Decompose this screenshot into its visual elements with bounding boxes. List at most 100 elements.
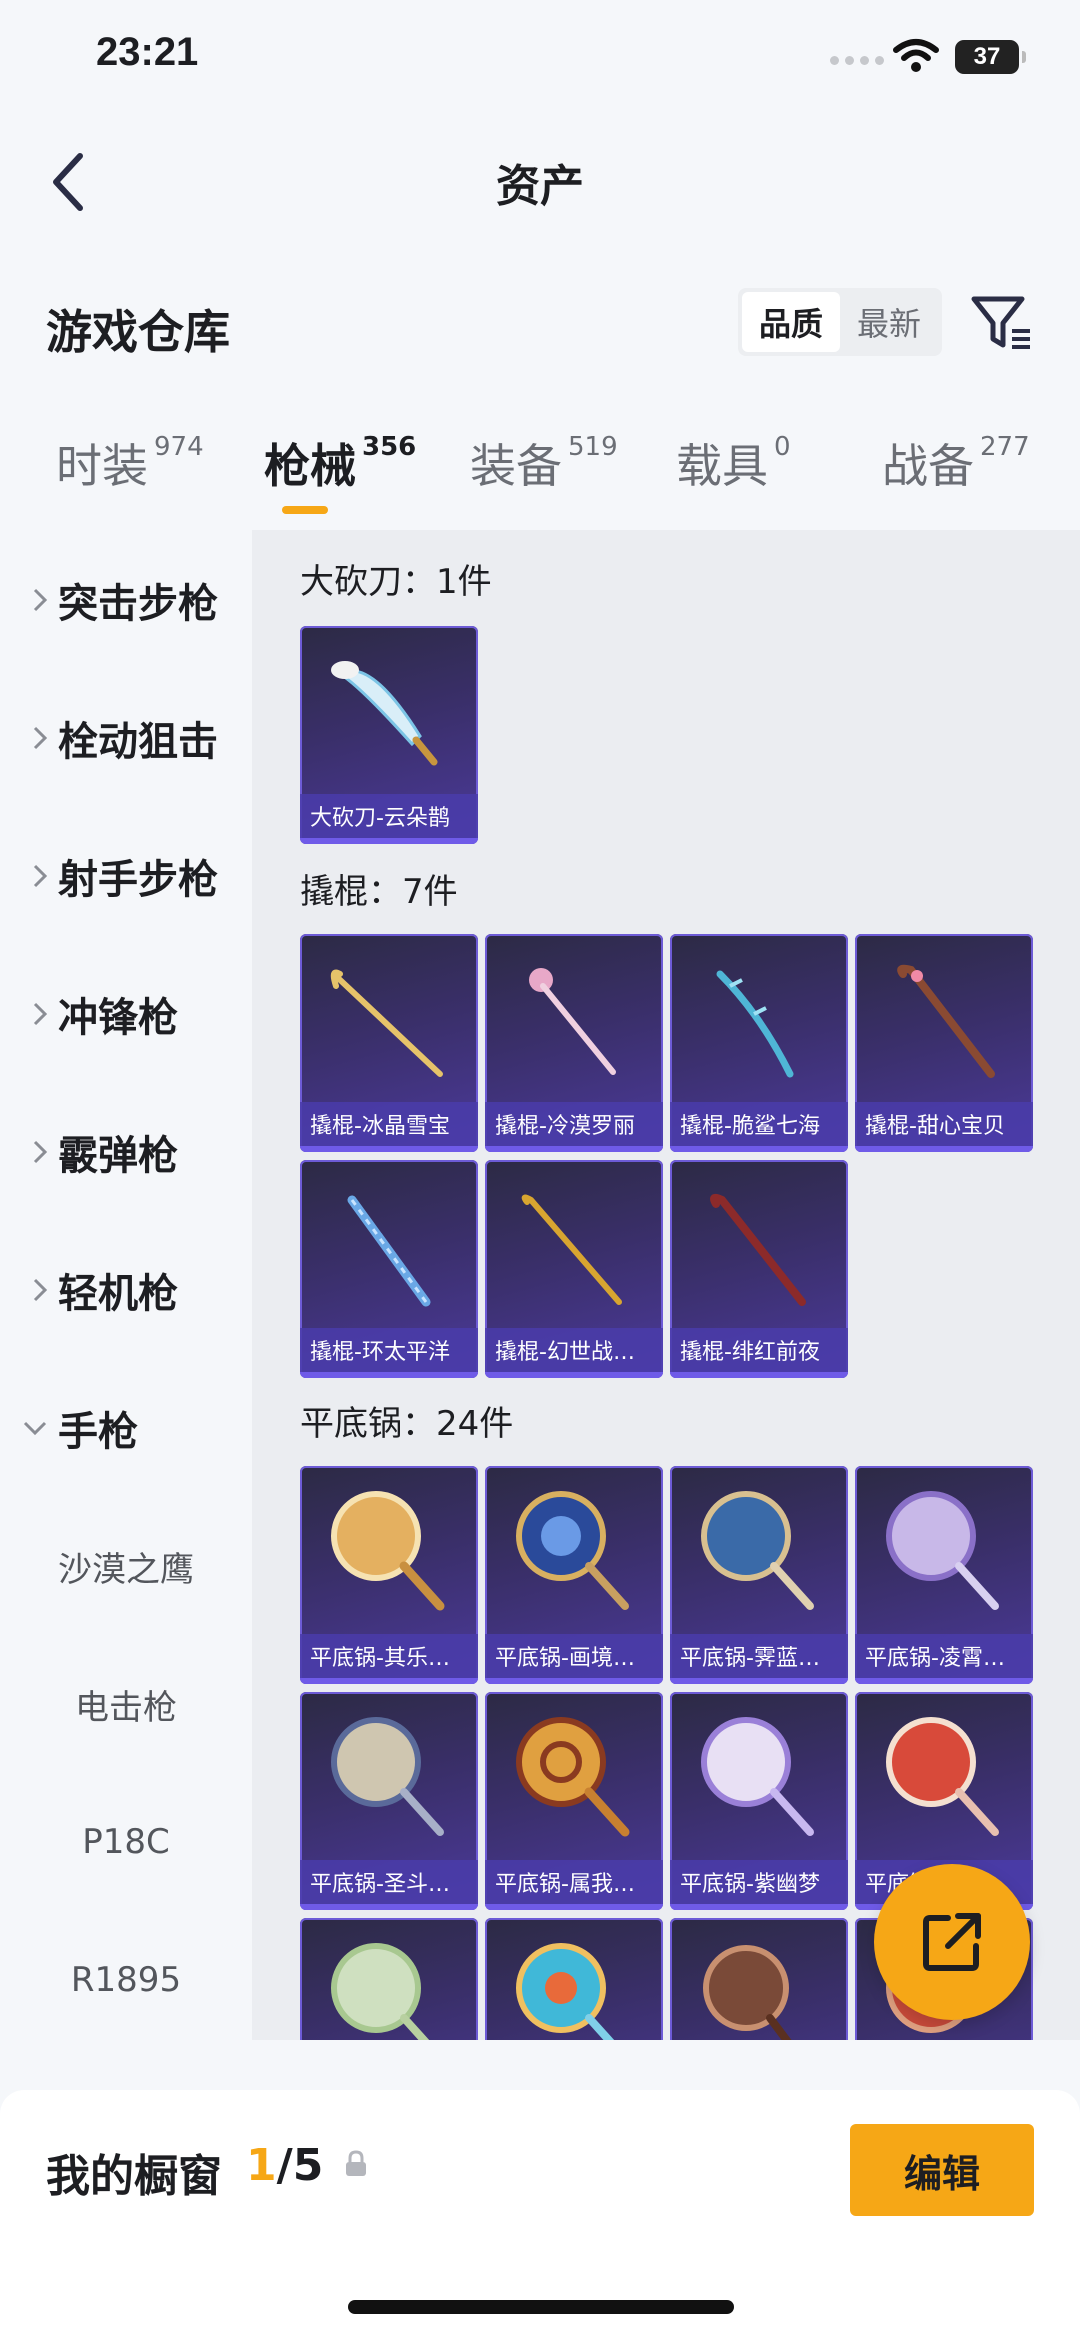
item-card-label: 撬棍-幻世战…	[485, 1328, 663, 1372]
category-tabs: 时装 974 枪械 356 装备 519 载具 0 战备 277	[0, 430, 1080, 530]
signal-icon	[830, 56, 884, 65]
showcase-count: 1/5	[246, 2140, 323, 2191]
item-card[interactable]: 平底锅-紫幽梦	[670, 1692, 848, 1910]
crowbar-icon	[716, 970, 794, 1078]
tab-count: 356	[362, 432, 417, 462]
item-card[interactable]	[670, 1918, 848, 2040]
tab-firearms[interactable]: 枪械 356	[264, 430, 417, 514]
item-card[interactable]: 平底锅-圣斗…	[300, 1692, 478, 1910]
chevron-right-icon	[33, 864, 48, 888]
pan-icon	[516, 1491, 629, 1610]
sidebar-item-marksman-rifle[interactable]: 射手步枪	[0, 836, 252, 916]
item-card[interactable]: 平底锅-霁蓝…	[670, 1466, 848, 1684]
sort-by-quality[interactable]: 品质	[742, 292, 840, 352]
item-card-label: 撬棍-脆鲨七海	[670, 1102, 848, 1146]
item-grid-panel: 大砍刀：1件 大砍刀-云朵鹊 撬棍：7件 撬棍-冰晶雪宝 撬棍-冷漠罗丽 撬棍-…	[252, 530, 1080, 2040]
share-icon	[923, 1913, 981, 1971]
item-card[interactable]	[300, 1918, 478, 2040]
sidebar-item-label: 手枪	[58, 1409, 138, 1455]
item-card-label: 撬棍-甜心宝贝	[855, 1102, 1033, 1146]
group-title-crowbar: 撬棍：7件	[300, 872, 458, 912]
edit-button[interactable]: 编辑	[850, 2124, 1034, 2216]
tab-fashion[interactable]: 时装 974	[56, 430, 204, 496]
item-card-label: 平底锅-圣斗…	[300, 1860, 478, 1904]
chevron-right-icon	[33, 1140, 48, 1164]
item-card[interactable]: 平底锅-属我…	[485, 1692, 663, 1910]
pan-icon	[516, 1717, 630, 1837]
sidebar-item-label: 射手步枪	[58, 857, 218, 903]
tab-count: 277	[980, 432, 1030, 462]
filter-icon	[971, 296, 1030, 349]
sidebar-item-label: 轻机枪	[58, 1271, 178, 1317]
lock-icon	[346, 2150, 366, 2176]
machete-icon	[331, 661, 438, 766]
sidebar-item-smg[interactable]: 冲锋枪	[0, 974, 252, 1054]
item-card-label: 撬棍-绯红前夜	[670, 1328, 848, 1372]
pan-icon	[331, 1717, 444, 1836]
pan-icon	[886, 1717, 999, 1836]
item-card[interactable]: 平底锅-其乐…	[300, 1466, 478, 1684]
item-card[interactable]	[485, 1918, 663, 2040]
showcase-label: 我的橱窗	[46, 2151, 222, 2202]
item-card[interactable]: 大砍刀-云朵鹊	[300, 626, 478, 844]
tab-supplies[interactable]: 战备 277	[882, 430, 1030, 496]
warehouse-title: 游戏仓库	[46, 305, 230, 359]
item-card-label: 撬棍-冷漠罗丽	[485, 1102, 663, 1146]
pan-icon	[701, 1491, 814, 1610]
chevron-down-icon	[23, 1421, 47, 1436]
item-card-label: 大砍刀-云朵鹊	[300, 794, 478, 838]
sidebar-item-pistol[interactable]: 手枪	[0, 1388, 252, 1468]
tab-label: 战备	[882, 439, 974, 493]
pan-icon	[516, 1943, 615, 2040]
sidebar-item-label: 冲锋枪	[58, 995, 178, 1041]
sidebar-subitem-desert-eagle[interactable]: 沙漠之鹰	[0, 1526, 252, 1606]
item-card-label: 平底锅-属我…	[485, 1860, 663, 1904]
chevron-right-icon	[33, 1278, 48, 1302]
item-card[interactable]: 撬棍-绯红前夜	[670, 1160, 848, 1378]
item-card[interactable]: 撬棍-脆鲨七海	[670, 934, 848, 1152]
pan-icon	[701, 1717, 814, 1836]
group-title-machete: 大砍刀：1件	[300, 562, 492, 602]
crowbar-icon	[521, 1194, 622, 1305]
item-card-label: 平底锅-凌霄…	[855, 1634, 1033, 1678]
tab-label: 载具	[676, 439, 768, 493]
chevron-right-icon	[33, 726, 48, 750]
item-card[interactable]: 平底锅-凌霄…	[855, 1466, 1033, 1684]
item-card[interactable]: 撬棍-冰晶雪宝	[300, 934, 478, 1152]
filter-button[interactable]	[966, 288, 1036, 358]
sidebar-item-lmg[interactable]: 轻机枪	[0, 1250, 252, 1330]
crowbar-icon	[347, 1195, 431, 1307]
item-card[interactable]: 撬棍-幻世战…	[485, 1160, 663, 1378]
pan-icon	[331, 1943, 430, 2040]
item-card-label: 平底锅-紫幽梦	[670, 1860, 848, 1904]
sort-toggle: 品质 最新	[738, 288, 942, 356]
tab-count: 974	[154, 432, 204, 462]
tab-label: 枪械	[264, 439, 356, 493]
sidebar-item-shotgun[interactable]: 霰弹枪	[0, 1112, 252, 1192]
battery-icon: 37	[955, 40, 1026, 74]
item-card[interactable]: 平底锅-画境…	[485, 1466, 663, 1684]
sidebar-item-bolt-sniper[interactable]: 栓动狙击	[0, 698, 252, 778]
tab-equipment[interactable]: 装备 519	[470, 430, 618, 496]
showcase-total: /5	[276, 2140, 324, 2191]
sort-by-newest[interactable]: 最新	[840, 292, 938, 352]
item-card-label: 平底锅-画境…	[485, 1634, 663, 1678]
crowbar-icon	[330, 969, 443, 1077]
share-button[interactable]	[874, 1864, 1030, 2020]
item-card[interactable]: 撬棍-冷漠罗丽	[485, 934, 663, 1152]
item-card[interactable]: 撬棍-甜心宝贝	[855, 934, 1033, 1152]
tab-vehicles[interactable]: 载具 0	[676, 430, 791, 496]
active-tab-indicator	[282, 506, 328, 514]
item-card-label: 撬棍-环太平洋	[300, 1328, 478, 1372]
pan-icon	[886, 1491, 999, 1610]
sidebar-item-label: 突击步枪	[58, 581, 218, 627]
tab-label: 装备	[470, 439, 562, 493]
sidebar-subitem-stun-gun[interactable]: 电击枪	[0, 1664, 252, 1744]
item-card[interactable]: 撬棍-环太平洋	[300, 1160, 478, 1378]
sidebar-item-assault-rifle[interactable]: 突击步枪	[0, 560, 252, 640]
sidebar-subitem-p18c[interactable]: P18C	[0, 1802, 252, 1882]
crowbar-icon	[710, 1193, 806, 1306]
tab-count: 0	[774, 432, 791, 462]
page-title: 资产	[496, 161, 584, 212]
sidebar-subitem-r1895[interactable]: R1895	[0, 1940, 252, 2020]
